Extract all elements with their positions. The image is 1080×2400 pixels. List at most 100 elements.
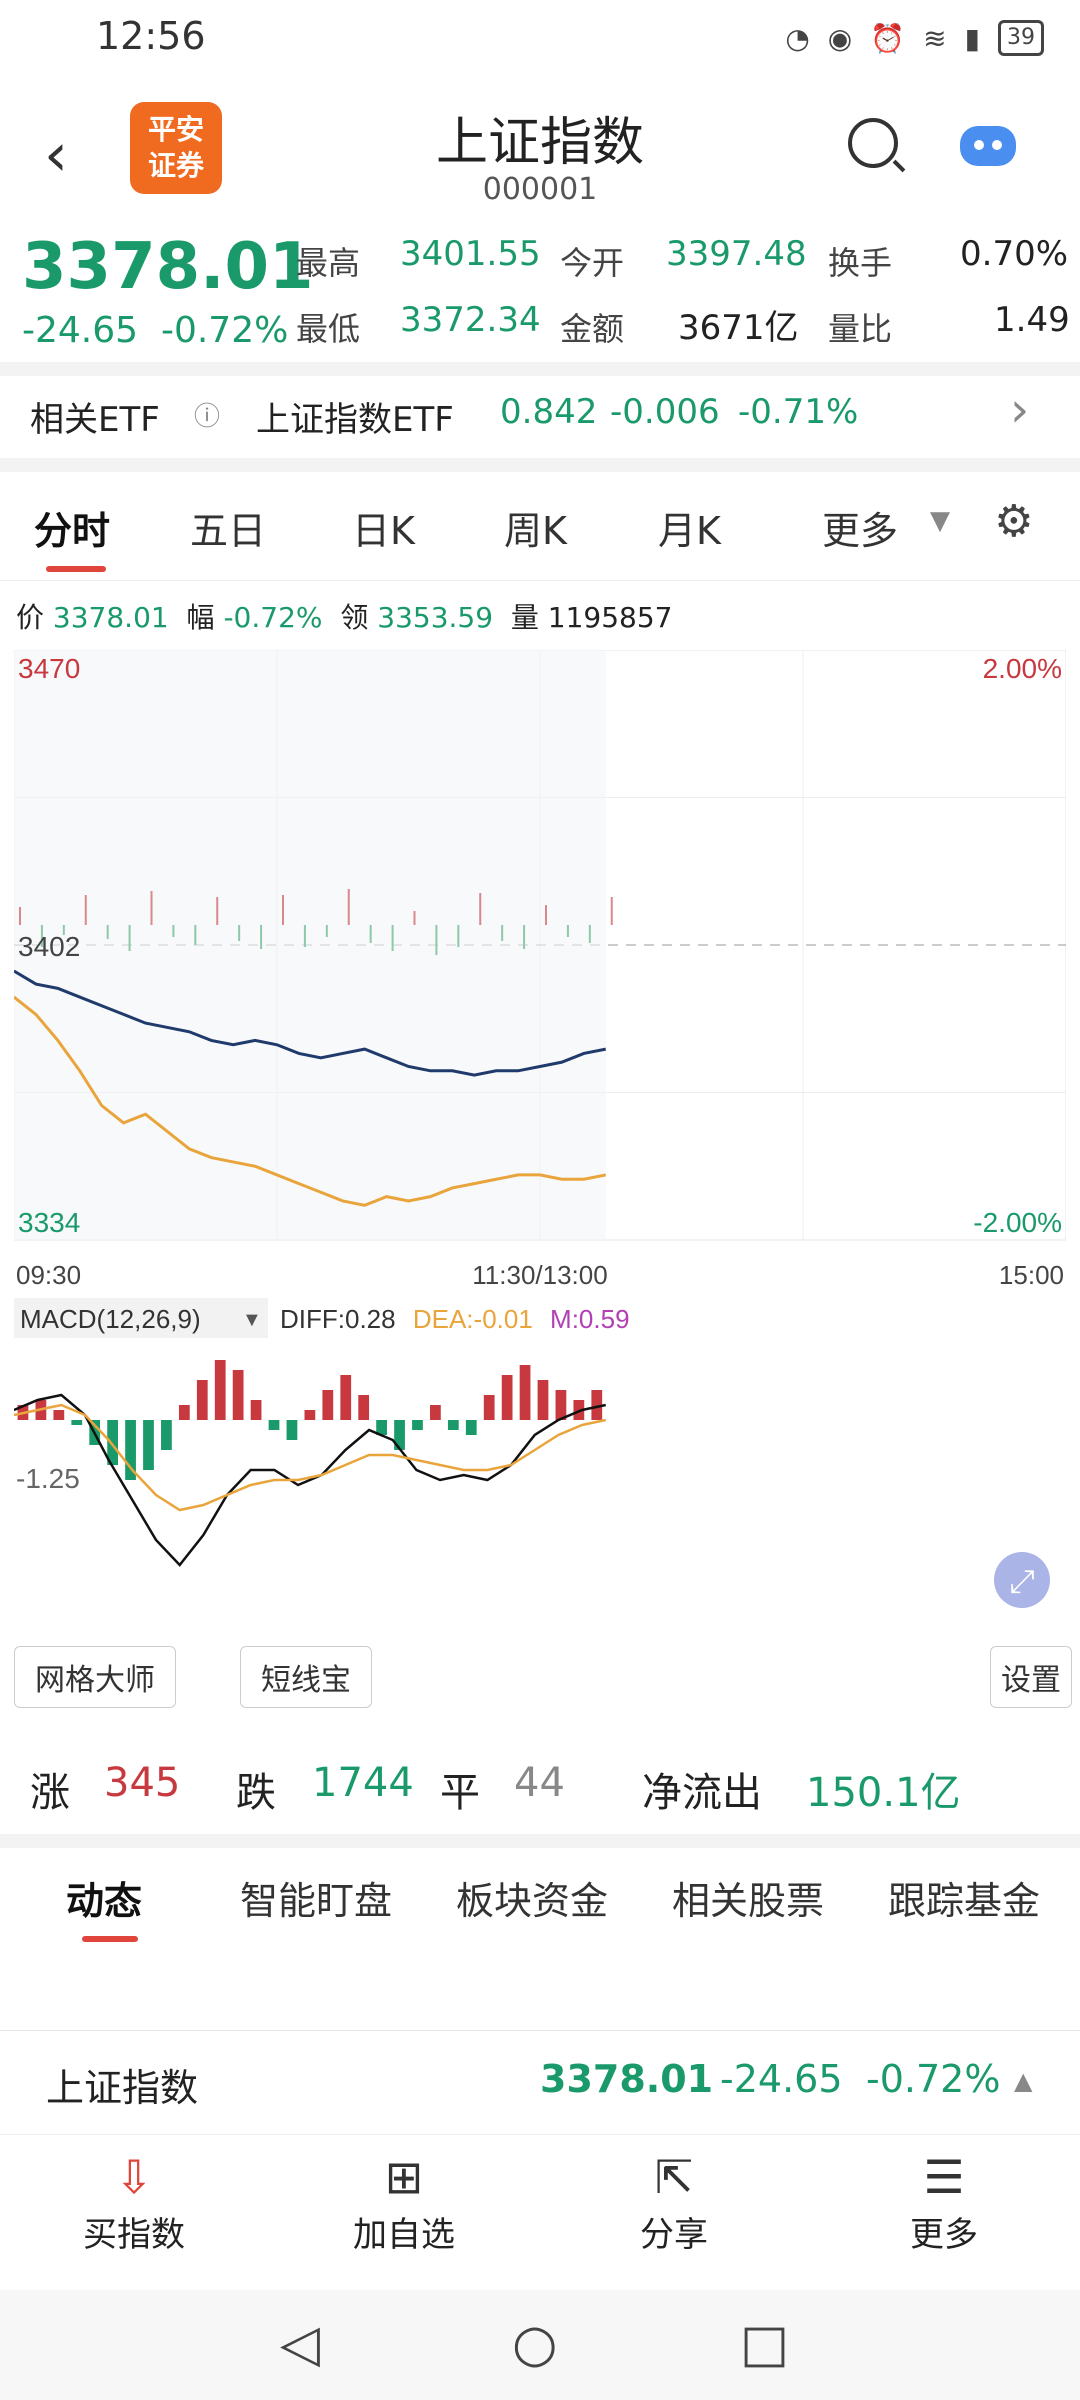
chart-settings-button[interactable]: 设置 bbox=[990, 1646, 1072, 1708]
nav-recents-icon[interactable]: □ bbox=[740, 2314, 789, 2374]
info-pct: -0.72% bbox=[223, 601, 323, 634]
info-price-label: 价 bbox=[16, 601, 45, 634]
buy-index-button[interactable]: ⇩ 买指数 bbox=[34, 2147, 234, 2256]
nav-home-icon[interactable]: ○ bbox=[512, 2314, 557, 2374]
intraday-chart[interactable]: 3470 3402 3334 2.00% -2.00% 09:30 11:30/… bbox=[14, 650, 1066, 1650]
action-bar: ⇩ 买指数 ⊞ 加自选 ⇱ 分享 ☰ 更多 bbox=[0, 2134, 1080, 2285]
ticker-bar[interactable]: 上证指数 3378.01 -24.65 -0.72% ▲ bbox=[0, 2030, 1080, 2131]
status-icons: ◔ ◉ ⏰ ≋ ▮ 39 bbox=[785, 20, 1044, 56]
news-tabs: 动态 智能盯盘 板块资金 相关股票 跟踪基金 bbox=[0, 1846, 1080, 1946]
expand-button[interactable]: ⤢ bbox=[994, 1552, 1050, 1608]
y-tick-top: 3470 bbox=[18, 653, 80, 684]
assistant-robot-icon[interactable] bbox=[960, 126, 1016, 166]
tab-intraday[interactable]: 分时 bbox=[34, 500, 110, 555]
nav-back-icon[interactable]: ◁ bbox=[280, 2314, 320, 2374]
volratio-value: 1.49 bbox=[994, 300, 1070, 340]
amount-value: 3671亿 bbox=[678, 308, 799, 348]
change-pct: -0.72% bbox=[160, 310, 289, 351]
turnover-label: 换手 bbox=[828, 244, 893, 282]
down-label: 跌 bbox=[236, 1770, 276, 1816]
change-value: -24.65 bbox=[22, 310, 139, 351]
market-breadth: 涨 345 跌 1744 平 44 净流出 150.1亿 bbox=[0, 1740, 1080, 1830]
high-label: 最高 bbox=[296, 244, 361, 282]
info-vol: 1195857 bbox=[547, 601, 673, 634]
turnover-value: 0.70% bbox=[960, 234, 1069, 274]
x-tick-open: 09:30 bbox=[16, 1260, 81, 1290]
open-label: 今开 bbox=[560, 244, 625, 282]
etf-price: 0.842 bbox=[500, 392, 598, 432]
share-button[interactable]: ⇱ 分享 bbox=[574, 2147, 774, 2256]
tab-more[interactable]: 更多 bbox=[822, 500, 898, 555]
dropdown-icon[interactable]: ▼ bbox=[930, 506, 950, 536]
price-grid bbox=[14, 650, 1066, 1241]
search-icon[interactable] bbox=[848, 118, 898, 168]
down-count: 1744 bbox=[312, 1760, 414, 1806]
tab-tracking-funds[interactable]: 跟踪基金 bbox=[888, 1870, 1040, 1925]
macd-dropdown-icon[interactable]: ▼ bbox=[242, 1309, 262, 1331]
quote-panel: 3378.01 -24.65 -0.72% 最高 3401.55 最低 3372… bbox=[0, 222, 1080, 362]
open-value: 3397.48 bbox=[666, 234, 807, 274]
expand-icon[interactable]: ⤢ bbox=[1009, 1562, 1035, 1600]
diff-value: 0.28 bbox=[345, 1304, 396, 1334]
flat-count: 44 bbox=[514, 1760, 565, 1806]
flat-label: 平 bbox=[440, 1770, 480, 1816]
system-nav-bar: ◁ ○ □ bbox=[0, 2290, 1080, 2400]
tab-five-day[interactable]: 五日 bbox=[190, 500, 266, 555]
info-price: 3378.01 bbox=[52, 601, 169, 634]
more-label: 更多 bbox=[910, 2215, 978, 2255]
etf-label: 相关ETF bbox=[30, 400, 160, 440]
net-flow-label: 净流出 bbox=[642, 1770, 762, 1816]
ticker-name: 上证指数 bbox=[46, 2066, 199, 2110]
status-time: 12:56 bbox=[96, 14, 206, 58]
etf-name: 上证指数ETF bbox=[256, 400, 454, 440]
speed-icon: ◔ bbox=[785, 21, 810, 55]
battery-icon: 39 bbox=[998, 20, 1044, 56]
x-tick-close: 15:00 bbox=[999, 1260, 1064, 1290]
info-icon[interactable]: ⓘ bbox=[194, 396, 220, 433]
chart-info-line: 价 3378.01 幅 -0.72% 领 3353.59 量 1195857 bbox=[16, 596, 672, 636]
amount-label: 金额 bbox=[560, 310, 625, 348]
info-lead: 3353.59 bbox=[377, 601, 494, 634]
add-watchlist-button[interactable]: ⊞ 加自选 bbox=[304, 2147, 504, 2256]
tab-monthly-k[interactable]: 月K bbox=[658, 500, 721, 555]
chart-tabs: 分时 五日 日K 周K 月K 更多 ▼ ⚙ bbox=[0, 470, 1080, 581]
more-button[interactable]: ☰ 更多 bbox=[844, 2147, 1044, 2256]
m-value: 0.59 bbox=[579, 1304, 630, 1334]
tab-sector-funds[interactable]: 板块资金 bbox=[456, 1870, 608, 1925]
etf-pct: -0.71% bbox=[738, 392, 859, 432]
tab-related-stocks[interactable]: 相关股票 bbox=[672, 1870, 824, 1925]
list-icon: ☰ bbox=[923, 2150, 965, 2204]
page-title: 上证指数 bbox=[435, 113, 644, 173]
header: ‹ 平安 证券 上证指数 000001 bbox=[0, 80, 1080, 220]
tab-daily-k[interactable]: 日K bbox=[352, 500, 415, 555]
gear-icon[interactable]: ⚙ bbox=[994, 496, 1033, 547]
m-label: M: bbox=[550, 1304, 579, 1334]
alarm-icon: ⏰ bbox=[870, 21, 906, 55]
share-icon: ⇱ bbox=[654, 2150, 694, 2204]
macd-values: DIFF:0.28 DEA:-0.01 M:0.59 bbox=[280, 1304, 630, 1334]
collapse-up-icon[interactable]: ▲ bbox=[1014, 2067, 1032, 2095]
y-tick-mid: 3402 bbox=[18, 931, 80, 962]
high-value: 3401.55 bbox=[400, 234, 541, 274]
status-bar: 12:56 ◔ ◉ ⏰ ≋ ▮ 39 bbox=[0, 0, 1080, 80]
grid-master-button[interactable]: 网格大师 bbox=[14, 1646, 176, 1708]
tab-weekly-k[interactable]: 周K bbox=[504, 500, 567, 555]
macd-y-tick: -1.25 bbox=[16, 1463, 80, 1494]
related-etf-row[interactable]: 相关ETF ⓘ 上证指数ETF 0.842 -0.006 -0.71% › bbox=[0, 370, 1080, 460]
ticker-price: 3378.01 bbox=[540, 2057, 714, 2101]
up-label: 涨 bbox=[30, 1770, 70, 1816]
diff-label: DIFF: bbox=[280, 1304, 345, 1334]
low-label: 最低 bbox=[296, 310, 361, 348]
diff-line bbox=[14, 1393, 607, 1567]
tab-smart-watch[interactable]: 智能盯盘 bbox=[240, 1870, 392, 1925]
signal-icon: ▮ bbox=[964, 21, 980, 55]
y-tick-bottom: 3334 bbox=[18, 1207, 80, 1238]
up-count: 345 bbox=[104, 1760, 181, 1806]
short-line-button[interactable]: 短线宝 bbox=[240, 1646, 372, 1708]
tab-dynamics[interactable]: 动态 bbox=[66, 1870, 142, 1925]
active-news-tab-indicator bbox=[82, 1936, 138, 1942]
buy-index-label: 买指数 bbox=[83, 2215, 185, 2255]
chevron-right-icon[interactable]: › bbox=[1010, 382, 1029, 438]
stock-code: 000001 bbox=[482, 172, 598, 207]
share-label: 分享 bbox=[640, 2215, 708, 2255]
